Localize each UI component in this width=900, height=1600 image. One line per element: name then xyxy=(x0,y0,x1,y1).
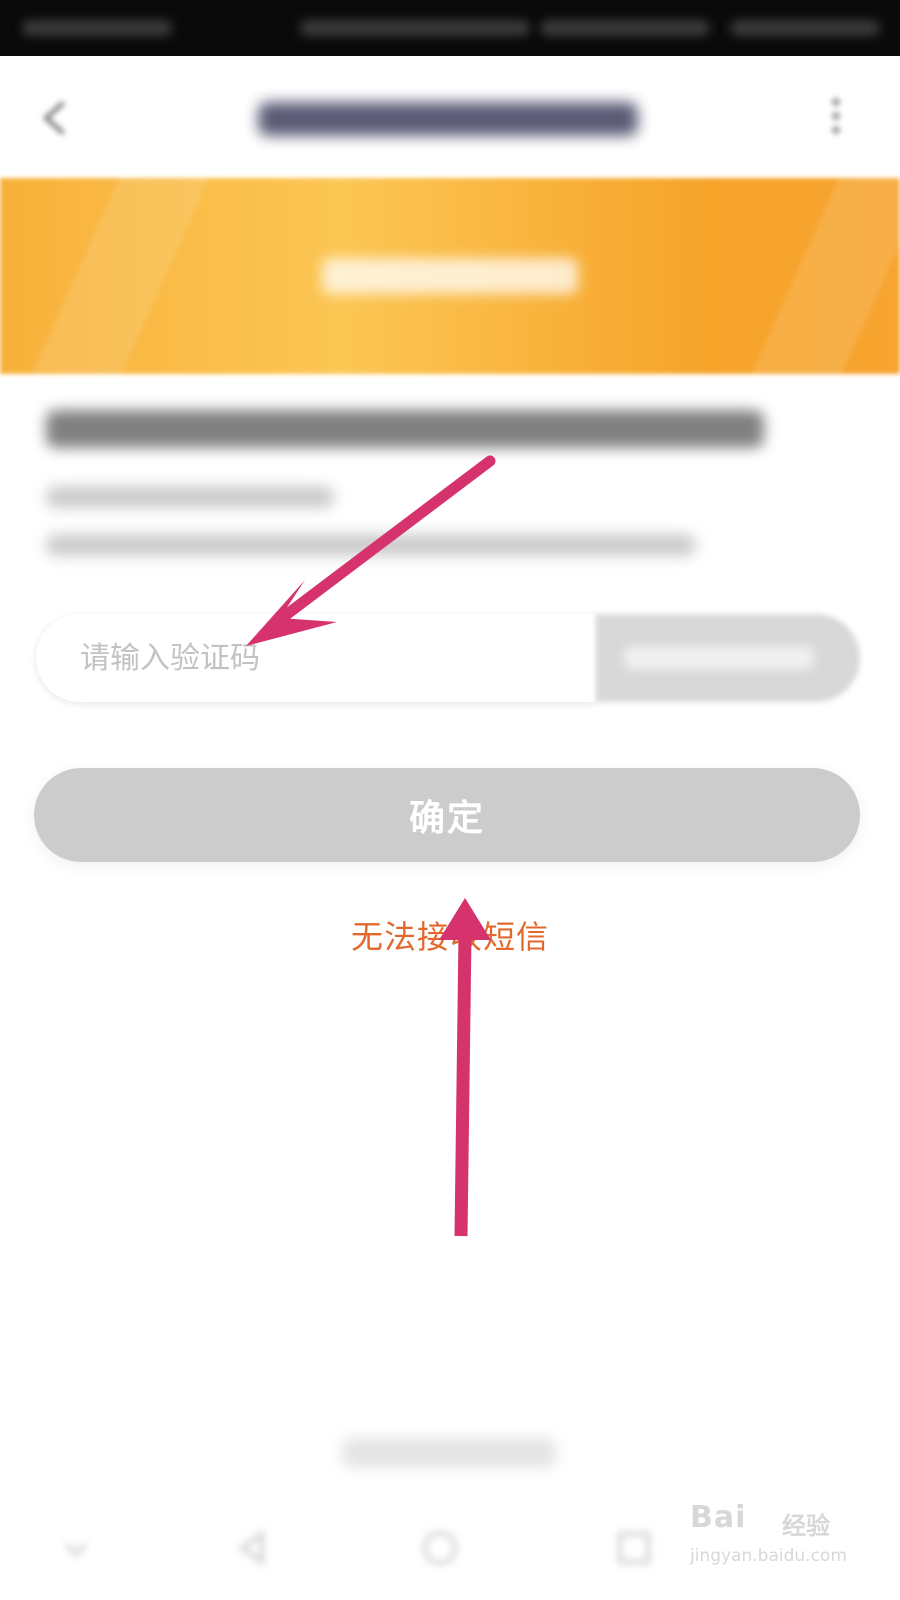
menu-icon[interactable] xyxy=(54,1526,98,1570)
watermark-tag: 经验 xyxy=(782,1512,830,1540)
watermark: Bai 经验 jingyan.baidu.com xyxy=(690,1500,890,1590)
annotation-arrows xyxy=(246,455,496,1237)
watermark-url: jingyan.baidu.com xyxy=(690,1546,847,1566)
recent-apps-icon[interactable] xyxy=(612,1526,656,1570)
watermark-logo: Bai xyxy=(690,1500,747,1535)
bottom-link-blurred[interactable] xyxy=(342,1438,556,1468)
back-nav-icon[interactable] xyxy=(232,1526,276,1570)
home-icon[interactable] xyxy=(418,1526,462,1570)
arrow-icon xyxy=(439,898,491,1237)
arrow-icon xyxy=(246,455,496,646)
